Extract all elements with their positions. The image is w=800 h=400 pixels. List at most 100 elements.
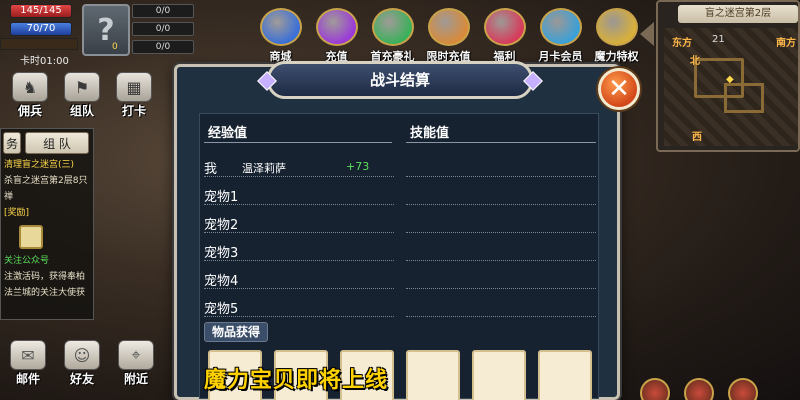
divider xyxy=(204,142,392,143)
result-row-name: 温泽莉萨 xyxy=(242,162,286,175)
skill-orb-icon[interactable] xyxy=(728,378,758,400)
menu-item-gift[interactable]: 福利 xyxy=(479,8,530,64)
skill-header: 技能值 xyxy=(410,126,450,141)
skill-orb-icon[interactable] xyxy=(640,378,670,400)
pet-portrait[interactable]: ? xyxy=(82,4,130,56)
video-caption: 魔力宝贝即将上线 xyxy=(204,368,389,393)
menu-item-limited-recharge[interactable]: 限时充值 xyxy=(423,8,474,64)
minimap-south-label: 南方 xyxy=(776,38,796,49)
quest-desc: 注激活码，获得奉柏 xyxy=(4,272,86,282)
minimap[interactable]: 盲之迷宫第2层 东方 21 南方 北 西 ◆ xyxy=(656,0,800,152)
menu-label: 月卡会员 xyxy=(538,50,583,63)
button-label: 好友 xyxy=(69,372,94,386)
menu-item-shop[interactable]: 商城 xyxy=(255,8,306,64)
button-label: 打卡 xyxy=(121,104,146,118)
quest-desc: 杀盲之迷宫第2层8只 xyxy=(4,176,88,186)
item-slot[interactable] xyxy=(472,350,526,400)
minimap-map[interactable]: 东方 21 南方 北 西 ◆ xyxy=(664,28,798,146)
result-row-label: 宠物5 xyxy=(204,302,239,317)
side-button-group: ♞ 佣兵 ⚑ 组队 ▦ 打卡 xyxy=(10,72,154,118)
menu-label: 魔力特权 xyxy=(594,50,639,63)
tab-team[interactable]: 组 队 xyxy=(25,132,89,154)
mercenary-button[interactable]: ♞ 佣兵 xyxy=(10,72,50,118)
privilege-icon xyxy=(595,8,638,46)
mercenary-icon: ♞ xyxy=(12,72,48,102)
mail-icon: ✉ xyxy=(10,340,46,370)
close-icon: ✕ xyxy=(608,74,630,104)
first-recharge-icon xyxy=(371,8,414,46)
menu-item-recharge[interactable]: 充值 xyxy=(311,8,362,64)
team-button[interactable]: ⚑ 组队 xyxy=(62,72,102,118)
pet-stat-3: 0/0 xyxy=(132,40,194,54)
menu-item-first-recharge[interactable]: 首充豪礼 xyxy=(367,8,418,64)
result-row-label: 我 xyxy=(204,162,218,177)
quest-desc: 禅 xyxy=(4,192,14,202)
limited-recharge-icon xyxy=(427,8,470,46)
reward-item-icon[interactable] xyxy=(19,225,43,249)
skill-orb-icon[interactable] xyxy=(684,378,714,400)
quest-reward-label: [奖励] xyxy=(4,208,30,218)
item-slot[interactable] xyxy=(538,350,592,400)
minimap-title: 盲之迷宫第2层 xyxy=(678,5,798,23)
dotted-divider xyxy=(406,232,596,233)
dotted-divider xyxy=(406,204,596,205)
battle-result-dialog: 战斗结算 经验值 技能值 我 温泽莉萨 +73 宠物1 宠物2 宠物3 宠物4 宠物5 物品获… xyxy=(174,61,620,400)
dialog-title: 战斗结算 xyxy=(267,61,533,99)
dotted-divider xyxy=(406,288,596,289)
shop-icon xyxy=(259,8,302,46)
month-card-icon xyxy=(539,8,582,46)
button-label: 组队 xyxy=(69,104,94,118)
quest-panel: 务 组 队 清理盲之迷宫(三) 杀盲之迷宫第2层8只 禅 [奖励] 关注公众号 … xyxy=(0,128,94,320)
top-menu-bar: 商城 充值 首充豪礼 限时充值 福利 月卡会员 魔力特权 xyxy=(255,8,642,66)
dotted-divider xyxy=(204,176,394,177)
minimap-coord: 21 xyxy=(712,34,725,45)
friends-button[interactable]: ☺ 好友 xyxy=(62,340,102,390)
player-marker-icon: ◆ xyxy=(726,74,734,85)
minimap-path xyxy=(724,83,764,113)
divider xyxy=(406,142,596,143)
button-label: 佣兵 xyxy=(17,104,42,118)
nearby-button[interactable]: ⌖ 附近 xyxy=(116,340,156,390)
exp-bar xyxy=(0,38,78,50)
result-row-label: 宠物2 xyxy=(204,218,239,233)
dotted-divider xyxy=(406,316,596,317)
minimap-collapse-arrow-icon[interactable] xyxy=(640,22,654,46)
pet-stat-1: 0/0 xyxy=(132,4,194,18)
nearby-icon: ⌖ xyxy=(118,340,154,370)
checkin-button[interactable]: ▦ 打卡 xyxy=(114,72,154,118)
menu-item-month-card[interactable]: 月卡会员 xyxy=(535,8,586,64)
quest-tabs: 务 组 队 xyxy=(1,129,93,157)
minimap-north-label: 北 xyxy=(690,56,700,67)
quest-desc: 法兰城的关注大使获 xyxy=(4,288,86,298)
team-icon: ⚑ xyxy=(64,72,100,102)
dotted-divider xyxy=(204,204,394,205)
pet-level-text: 0 xyxy=(112,42,118,52)
checkin-icon: ▦ xyxy=(116,72,152,102)
dotted-divider xyxy=(204,232,394,233)
mail-button[interactable]: ✉ 邮件 xyxy=(8,340,48,390)
card-time-text: 卡时01:00 xyxy=(20,56,69,67)
dotted-divider xyxy=(406,260,596,261)
result-row-label: 宠物1 xyxy=(204,190,239,205)
player-status-panel: 145/145 70/70 卡时01:00 ? 0 0/0 0/0 0/0 xyxy=(0,0,215,70)
bottom-right-icons xyxy=(640,378,758,400)
minimap-west-label: 西 xyxy=(692,132,702,143)
pet-stat-2: 0/0 xyxy=(132,22,194,36)
result-row-label: 宠物4 xyxy=(204,274,239,289)
quest-title[interactable]: 关注公众号 xyxy=(1,253,93,269)
friends-icon: ☺ xyxy=(64,340,100,370)
quest-title[interactable]: 清理盲之迷宫(三) xyxy=(1,157,93,173)
exp-header: 经验值 xyxy=(208,126,248,141)
items-header: 物品获得 xyxy=(204,322,268,342)
dotted-divider xyxy=(406,176,596,177)
minimap-east-label: 东方 xyxy=(672,38,692,49)
gift-icon xyxy=(483,8,526,46)
menu-item-privilege[interactable]: 魔力特权 xyxy=(591,8,642,64)
tab-task[interactable]: 务 xyxy=(3,132,21,154)
dialog-content: 经验值 技能值 我 温泽莉萨 +73 宠物1 宠物2 宠物3 宠物4 宠物5 物品获得 xyxy=(199,113,599,400)
item-slot[interactable] xyxy=(406,350,460,400)
close-button[interactable]: ✕ xyxy=(598,68,640,110)
result-row-exp: +73 xyxy=(346,160,370,173)
dotted-divider xyxy=(204,288,394,289)
button-label: 邮件 xyxy=(15,372,40,386)
